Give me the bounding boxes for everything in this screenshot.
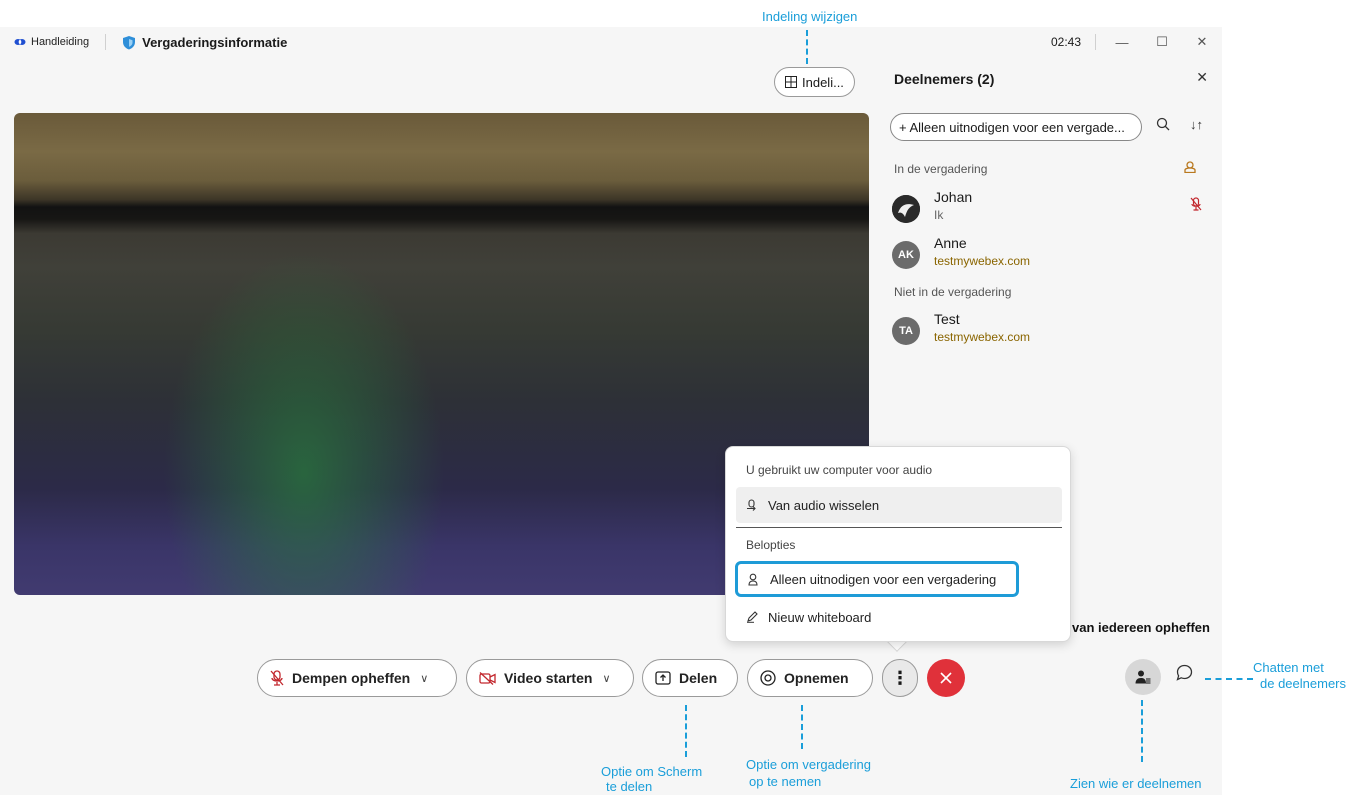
record-button[interactable]: Opnemen xyxy=(747,659,873,697)
end-meeting-button[interactable] xyxy=(927,659,965,697)
title-divider-right xyxy=(1095,34,1096,50)
share-label: Delen xyxy=(679,670,718,686)
search-icon[interactable] xyxy=(1156,117,1170,131)
phone-switch-icon xyxy=(747,498,756,511)
annotation-line xyxy=(1205,678,1253,680)
mic-muted-icon xyxy=(1190,197,1202,214)
host-icon xyxy=(1184,161,1196,176)
mic-muted-icon xyxy=(270,670,284,686)
layout-button-label: Indeli... xyxy=(802,74,844,90)
annotation-record-line2: op te nemen xyxy=(749,774,822,789)
more-options-menu: U gebruikt uw computer voor audio Van au… xyxy=(725,446,1071,642)
new-whiteboard-label: Nieuw whiteboard xyxy=(768,609,872,625)
participants-button[interactable] xyxy=(1125,659,1161,695)
grid-icon xyxy=(785,76,797,88)
share-icon xyxy=(655,671,671,685)
participant-name: Johan xyxy=(934,189,973,205)
annotation-line xyxy=(801,705,803,749)
avatar: AK xyxy=(892,241,920,269)
meeting-timer: 02:43 xyxy=(1050,35,1081,49)
audio-header: U gebruikt uw computer voor audio xyxy=(746,463,933,477)
annotation-share-line2: te delen xyxy=(606,779,653,794)
participants-title: Deelnemers (2) xyxy=(894,71,995,87)
record-icon xyxy=(760,670,776,686)
participant-row[interactable]: AK Anne testmywebex.com xyxy=(892,235,1212,275)
sort-icon[interactable]: ↓↑ xyxy=(1190,117,1203,132)
annotation-chat-line1: Chatten met xyxy=(1253,660,1324,675)
annotation-chat-line2: de deelnemers xyxy=(1260,676,1346,691)
start-video-label: Video starten xyxy=(504,670,593,686)
shield-icon xyxy=(123,35,136,49)
chat-icon[interactable] xyxy=(1176,664,1193,686)
participant-row[interactable]: TA Test testmywebex.com xyxy=(892,311,1212,351)
people-icon xyxy=(1135,670,1151,684)
new-whiteboard-item[interactable]: Nieuw whiteboard xyxy=(736,599,1062,635)
not-in-meeting-label: Niet in de vergadering xyxy=(894,285,1012,299)
chevron-down-icon[interactable]: ∨ xyxy=(420,672,428,685)
annotation-layout: Indeling wijzigen xyxy=(762,9,858,24)
title-divider xyxy=(105,34,107,50)
invite-only-button[interactable]: + Alleen uitnodigen voor een vergade... xyxy=(890,113,1142,141)
chevron-down-icon[interactable]: ∨ xyxy=(602,672,610,685)
webex-icon xyxy=(14,39,26,45)
lower-all-hands-text[interactable]: van iedereen opheffen xyxy=(1072,620,1210,635)
pen-icon xyxy=(747,611,758,623)
call-options-header: Belopties xyxy=(746,538,796,552)
annotation-line xyxy=(806,30,808,64)
participant-sub: testmywebex.com xyxy=(934,330,1031,344)
minimize-button[interactable]: — xyxy=(1102,27,1142,57)
invite-only-label: Alleen uitnodigen voor een vergadering xyxy=(770,571,997,587)
participant-row[interactable]: Johan Ik xyxy=(892,189,1212,229)
title-bar: Handleiding Vergaderingsinformatie 02:43… xyxy=(0,27,1222,57)
participant-name: Test xyxy=(934,311,960,327)
participant-name: Anne xyxy=(934,235,967,251)
more-icon[interactable]: ⋮ xyxy=(882,659,918,697)
unmute-button[interactable]: Dempen opheffen ∨ xyxy=(257,659,457,697)
layout-button[interactable]: Indeli... xyxy=(774,67,855,97)
in-meeting-label: In de vergadering xyxy=(894,162,988,176)
start-video-button[interactable]: Video starten ∨ xyxy=(466,659,634,697)
switch-audio-item[interactable]: Van audio wisselen xyxy=(736,487,1062,523)
participants-panel: Deelnemers (2) ✕ + Alleen uitnodigen voo… xyxy=(878,57,1222,473)
maximize-button[interactable]: ☐ xyxy=(1142,27,1182,57)
annotation-line xyxy=(685,705,687,757)
annotation-participants: Zien wie er deelnemen xyxy=(1070,776,1202,791)
avatar xyxy=(892,195,920,223)
annotation-line xyxy=(1141,700,1143,762)
invite-only-item[interactable]: Alleen uitnodigen voor een vergadering xyxy=(735,561,1019,597)
video-off-icon xyxy=(479,671,496,685)
menu-divider xyxy=(736,527,1062,528)
close-icon[interactable]: ✕ xyxy=(1196,69,1208,86)
switch-audio-label: Van audio wisselen xyxy=(768,497,880,513)
participant-sub: testmywebex.com xyxy=(934,254,1031,268)
window-close-button[interactable]: ✕ xyxy=(1182,27,1222,57)
manual-label: Handleiding xyxy=(31,36,90,48)
unmute-label: Dempen opheffen xyxy=(292,670,411,686)
annotation-share-line1: Optie om Scherm xyxy=(601,764,703,779)
meeting-info-label: Vergaderingsinformatie xyxy=(142,34,288,50)
share-button[interactable]: Delen xyxy=(642,659,738,697)
record-label: Opnemen xyxy=(784,670,849,686)
annotation-record-line1: Optie om vergadering xyxy=(746,757,872,772)
person-add-icon xyxy=(748,573,758,586)
manual-button[interactable]: Handleiding xyxy=(14,36,89,48)
avatar: TA xyxy=(892,317,920,345)
participant-sub: Ik xyxy=(934,208,944,222)
meeting-info-button[interactable]: Vergaderingsinformatie xyxy=(122,35,287,50)
close-icon xyxy=(940,672,952,684)
